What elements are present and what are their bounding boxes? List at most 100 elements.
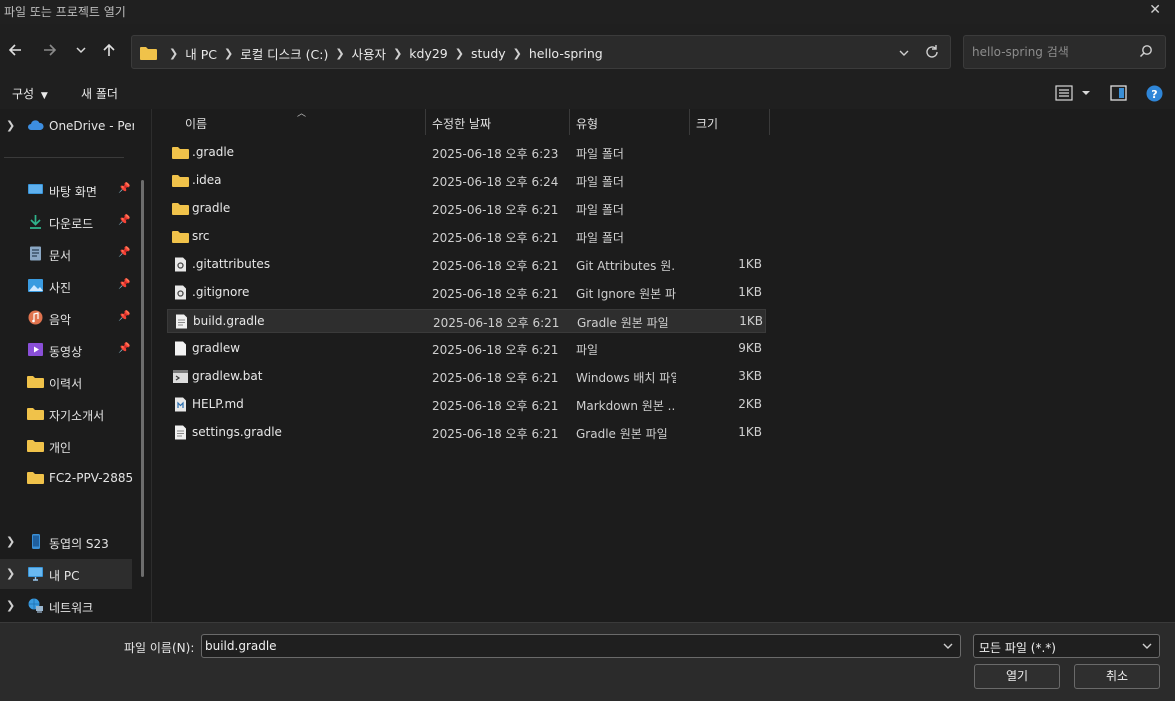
breadcrumb-item[interactable]: kdy29	[409, 46, 447, 61]
back-button[interactable]	[3, 37, 27, 63]
file-row[interactable]: .gitignore 2025-06-18 오후 6:21 Git Ignore…	[167, 281, 766, 305]
chevron-right-icon[interactable]: ❯	[6, 119, 15, 132]
file-name: gradlew	[192, 341, 241, 355]
breadcrumb-item[interactable]: 로컬 디스크 (C:)	[240, 44, 328, 63]
pin-icon[interactable]: 📌	[118, 183, 130, 194]
organize-button[interactable]: 구성 ▼	[12, 85, 48, 102]
folder-icon	[27, 408, 44, 420]
address-bar[interactable]: ❯ 내 PC ❯ 로컬 디스크 (C:) ❯ 사용자 ❯ kdy29 ❯ stu…	[131, 35, 951, 69]
file-size: 1KB	[738, 285, 762, 299]
arrow-up-icon	[103, 43, 115, 56]
sidebar-item-folder[interactable]: 이력서	[0, 367, 132, 397]
filename-combobox[interactable]	[201, 634, 961, 658]
search-icon[interactable]	[1139, 44, 1153, 58]
sidebar-item-downloads[interactable]: 다운로드 📌	[0, 207, 132, 237]
file-row-selected[interactable]: build.gradle 2025-06-18 오후 6:21 Gradle 원…	[167, 309, 766, 333]
file-row[interactable]: .gradle 2025-06-18 오후 6:23 파일 폴더	[167, 141, 766, 165]
close-icon[interactable]: ✕	[1149, 2, 1161, 18]
list-view-icon	[1055, 85, 1073, 101]
sidebar-item-label: 자기소개서	[49, 409, 105, 423]
file-row[interactable]: gradlew 2025-06-18 오후 6:21 파일 9KB	[167, 337, 766, 361]
recent-locations-button[interactable]	[69, 37, 93, 63]
chevron-right-icon[interactable]: ❯	[335, 47, 344, 60]
chevron-right-icon[interactable]: ❯	[513, 47, 522, 60]
filename-input[interactable]	[205, 638, 925, 654]
file-row[interactable]: .idea 2025-06-18 오후 6:24 파일 폴더	[167, 169, 766, 193]
column-divider[interactable]	[425, 109, 426, 135]
column-header-name[interactable]: 이름	[185, 115, 207, 132]
pin-icon[interactable]: 📌	[118, 279, 130, 290]
pin-icon[interactable]: 📌	[118, 247, 130, 258]
chevron-right-icon[interactable]: ❯	[6, 567, 15, 580]
help-icon: ?	[1146, 85, 1163, 102]
chevron-right-icon[interactable]: ❯	[6, 535, 15, 548]
sidebar-item-folder[interactable]: FC2-PPV-28857	[0, 463, 134, 493]
chevron-right-icon[interactable]: ❯	[6, 599, 15, 612]
pin-icon[interactable]: 📌	[118, 215, 130, 226]
sidebar-item-onedrive[interactable]: ❯ OneDrive - Pers	[0, 111, 134, 141]
forward-button[interactable]	[38, 37, 62, 63]
help-button[interactable]: ?	[1146, 85, 1163, 105]
filetype-value: 모든 파일 (*.*)	[979, 641, 1056, 655]
sidebar-item-this-pc[interactable]: ❯ 내 PC	[0, 559, 132, 589]
sidebar-scrollbar[interactable]	[141, 180, 144, 577]
column-divider[interactable]	[769, 109, 770, 135]
filetype-select[interactable]: 모든 파일 (*.*)	[973, 634, 1160, 658]
sidebar-item-label: OneDrive - Pers	[49, 119, 134, 133]
sidebar-item-folder[interactable]: 개인	[0, 431, 132, 461]
sidebar-item-phone[interactable]: ❯ 동엽의 S23	[0, 527, 132, 557]
sidebar-item-music[interactable]: 음악 📌	[0, 303, 132, 333]
folder-icon	[27, 440, 44, 452]
sidebar-item-label: 네트워크	[49, 601, 94, 615]
caret-down-icon: ▼	[40, 91, 48, 101]
file-type: 파일 폴더	[576, 231, 624, 245]
file-row[interactable]: src 2025-06-18 오후 6:21 파일 폴더	[167, 225, 766, 249]
file-row[interactable]: gradle 2025-06-18 오후 6:21 파일 폴더	[167, 197, 766, 221]
cancel-button[interactable]: 취소	[1074, 664, 1160, 689]
breadcrumb-item[interactable]: 사용자	[352, 44, 387, 63]
chevron-down-icon	[76, 47, 86, 54]
refresh-icon[interactable]	[924, 44, 940, 60]
file-size: 3KB	[738, 369, 762, 383]
pin-icon[interactable]: 📌	[118, 343, 130, 354]
new-folder-button[interactable]: 새 폴더	[81, 85, 118, 102]
breadcrumb-item[interactable]: 내 PC	[185, 44, 217, 63]
search-input[interactable]	[972, 43, 1132, 61]
file-name: gradle	[192, 201, 231, 215]
column-divider[interactable]	[569, 109, 570, 135]
chevron-right-icon[interactable]: ❯	[393, 47, 402, 60]
sidebar-item-pictures[interactable]: 사진 📌	[0, 271, 132, 301]
chevron-down-icon[interactable]	[942, 640, 954, 652]
view-options-button[interactable]	[1055, 85, 1091, 104]
sidebar-item-folder[interactable]: 자기소개서	[0, 399, 132, 429]
file-date: 2025-06-18 오후 6:21	[432, 427, 559, 441]
sidebar-item-documents[interactable]: 문서 📌	[0, 239, 132, 269]
file-row[interactable]: .gitattributes 2025-06-18 오후 6:21 Git At…	[167, 253, 766, 277]
column-divider[interactable]	[689, 109, 690, 135]
preview-pane-icon	[1110, 85, 1127, 101]
sidebar-item-videos[interactable]: 동영상 📌	[0, 335, 132, 365]
folder-icon	[27, 376, 44, 388]
download-icon	[30, 215, 41, 229]
column-header-type[interactable]: 유형	[576, 115, 598, 132]
file-name: gradlew.bat	[192, 369, 263, 383]
chevron-down-icon[interactable]	[898, 47, 910, 59]
file-row[interactable]: settings.gradle 2025-06-18 오후 6:21 Gradl…	[167, 421, 766, 445]
sidebar-item-network[interactable]: ❯ 네트워크	[0, 591, 132, 621]
chevron-right-icon[interactable]: ❯	[224, 47, 233, 60]
sidebar-item-desktop[interactable]: 바탕 화면 📌	[0, 175, 132, 205]
chevron-right-icon[interactable]: ❯	[455, 47, 464, 60]
batch-file-icon	[173, 370, 188, 383]
breadcrumb-item[interactable]: hello-spring	[529, 46, 603, 61]
up-button[interactable]	[97, 37, 121, 63]
preview-pane-button[interactable]	[1110, 85, 1127, 104]
file-size: 9KB	[738, 341, 762, 355]
pin-icon[interactable]: 📌	[118, 311, 130, 322]
open-button[interactable]: 열기	[974, 664, 1060, 689]
column-header-size[interactable]: 크기	[696, 115, 718, 132]
column-header-date[interactable]: 수정한 날짜	[432, 115, 491, 132]
chevron-down-icon[interactable]	[1141, 640, 1153, 652]
breadcrumb-item[interactable]: study	[471, 46, 506, 61]
file-row[interactable]: HELP.md 2025-06-18 오후 6:21 Markdown 원본 .…	[167, 393, 766, 417]
file-row[interactable]: gradlew.bat 2025-06-18 오후 6:21 Windows 배…	[167, 365, 766, 389]
